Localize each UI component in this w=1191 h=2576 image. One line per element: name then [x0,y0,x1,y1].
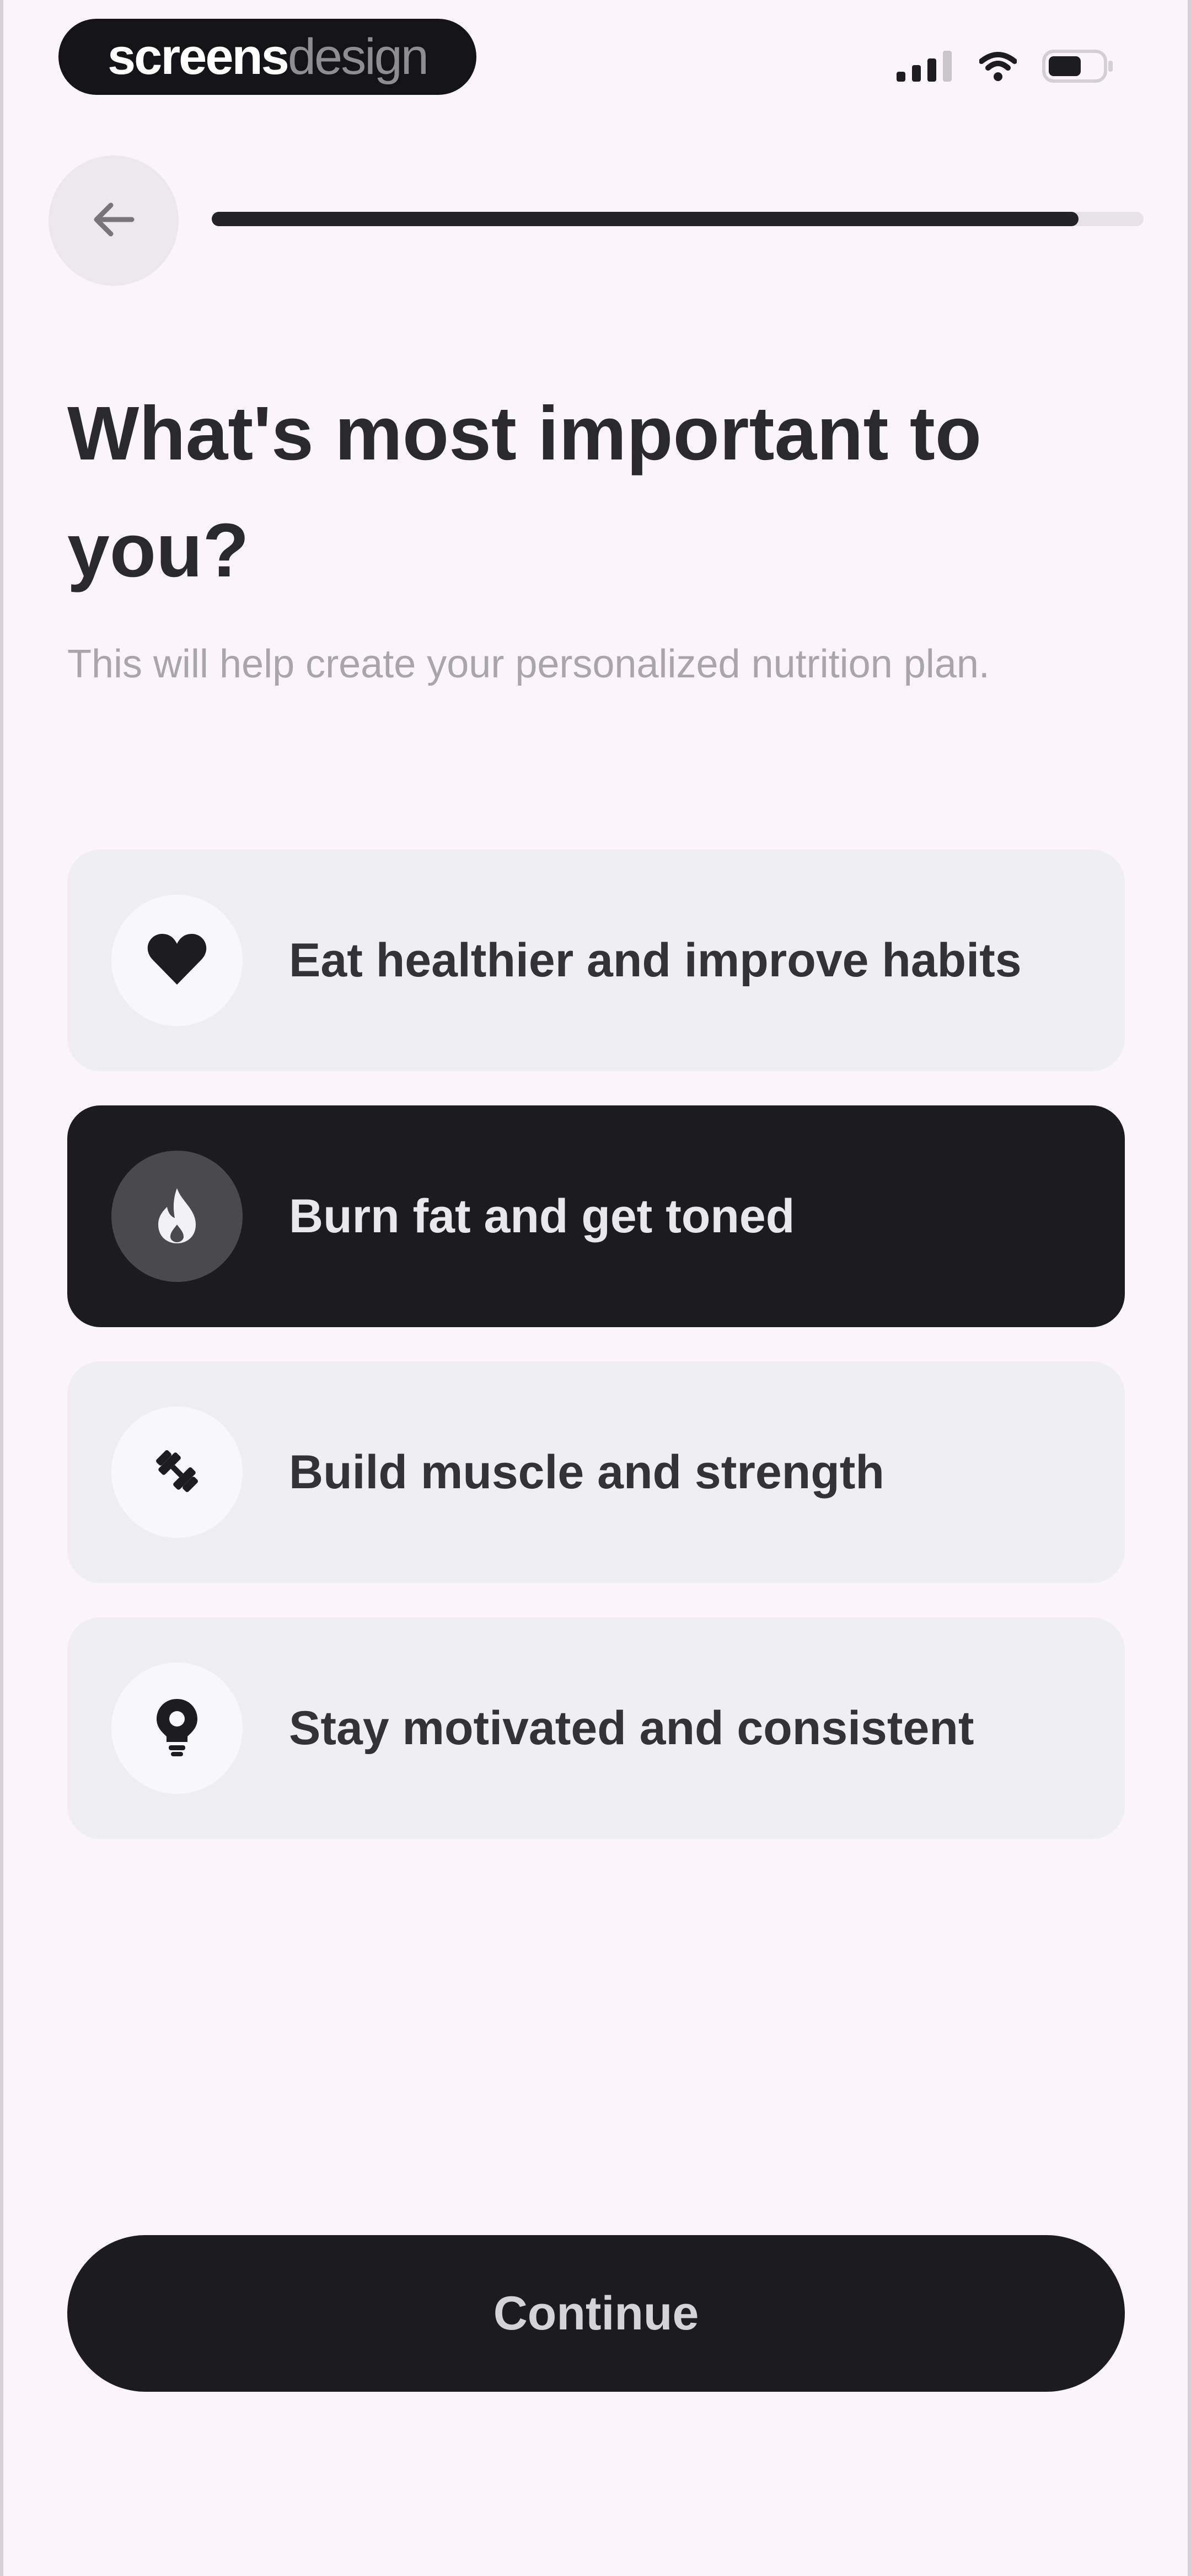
back-button[interactable] [49,156,179,286]
option-burn-fat[interactable]: Burn fat and get toned [67,1105,1125,1327]
arrow-left-icon [89,195,138,247]
continue-button[interactable]: Continue [67,2235,1125,2392]
option-label: Stay motivated and consistent [289,1701,974,1755]
battery-icon [1042,49,1114,85]
page-subtitle: This will help create your personalized … [67,642,990,686]
flame-icon [149,1185,205,1248]
lightbulb-icon [152,1697,202,1760]
screen-edge-right [1188,0,1191,2576]
screen-edge-left [0,0,3,2576]
option-label: Eat healthier and improve habits [289,933,1022,987]
status-icons [897,49,1114,85]
option-icon-wrap [111,1407,243,1538]
signal-icon [897,50,954,84]
brand-logo-part1: screens [108,28,289,85]
dumbbell-icon [147,1441,207,1504]
brand-logo-part2: design [287,28,429,85]
option-icon-wrap [111,1663,243,1794]
option-label: Build muscle and strength [289,1445,884,1499]
option-eat-healthier[interactable]: Eat healthier and improve habits [67,849,1125,1071]
option-stay-motivated[interactable]: Stay motivated and consistent [67,1617,1125,1839]
heart-icon [147,932,207,990]
progress-bar [212,212,1144,226]
option-label: Burn fat and get toned [289,1189,795,1243]
progress-bar-fill [212,212,1079,226]
option-icon-wrap [111,895,243,1026]
option-icon-wrap [111,1151,243,1282]
option-build-muscle[interactable]: Build muscle and strength [67,1361,1125,1583]
brand-logo: screens design [58,19,476,95]
wifi-icon [979,51,1017,84]
page-title: What's most important to you? [67,391,982,593]
